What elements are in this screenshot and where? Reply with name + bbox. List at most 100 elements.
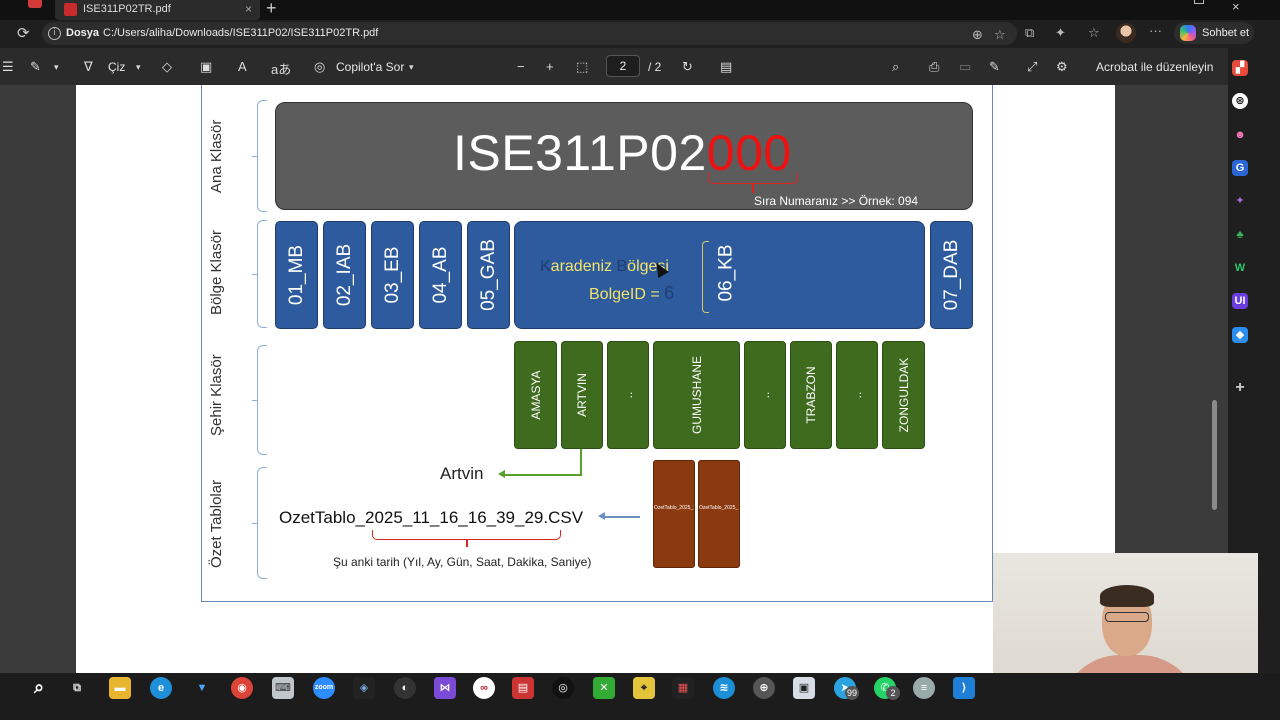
app-icon [28,0,42,8]
drop-app-icon[interactable]: ◆ [1232,327,1248,343]
chatgpt-icon[interactable]: ⊛ [1232,93,1248,109]
url-text[interactable]: C:/Users/aliha/Downloads/ISE311P02/ISE31… [103,27,378,39]
zoom-icon[interactable]: ⊕ [972,27,983,43]
region-brace [252,220,267,328]
tool-app-icon[interactable]: ⌖ [633,677,655,699]
region-folder-label: Bölge Klasör [208,229,225,316]
photos-app-icon[interactable]: ▣ [793,677,815,699]
region-box: 01_MB [275,221,318,329]
city-box: TRABZON [790,341,832,449]
w-app-icon[interactable]: W [1232,260,1248,276]
print-icon[interactable]: ⎙ [929,59,939,75]
ask-copilot-label[interactable]: Copilot'a Sor [336,60,404,74]
timestamp-note: Şu anki tarih (Yıl, Ay, Gün, Saat, Dakik… [333,555,592,569]
page-number-input[interactable]: 2 [606,55,640,77]
city-box: .. [836,341,878,449]
obs-icon[interactable]: ◐ [394,677,416,699]
tab-close-icon[interactable]: × [245,0,252,18]
pdf-toolbar: ☰ ✎ ▾ ∇ Çiz ▾ ◇ ▣ A aあ ◎ Copilot'a Sor ▾… [0,48,1228,85]
github-icon[interactable]: ◎ [552,677,574,699]
vpn-icon[interactable]: ▼ [191,677,213,699]
avatar-app-icon[interactable]: ☻ [1232,127,1248,143]
rotate-icon[interactable]: ↻ [682,59,693,75]
maximize-icon[interactable] [1194,0,1204,4]
copilot-chat-button[interactable]: Sohbet et [1174,22,1254,44]
zoom-app-icon[interactable]: zoom [313,677,335,699]
draw-icon[interactable]: ∇ [84,59,93,75]
zoom-out-button[interactable]: − [517,59,525,74]
menu-icon[interactable]: ☰ [2,59,14,75]
city-name: ARTVIN [575,373,589,417]
info-icon[interactable]: i [48,27,61,40]
draw-label[interactable]: Çiz [108,60,125,74]
arrow-left-icon [598,512,605,520]
scrollbar[interactable] [1212,400,1217,510]
toolkit-icon[interactable]: ✕ [593,677,615,699]
translate-icon[interactable]: aあ [271,59,291,78]
reload-icon[interactable]: ⟳ [17,24,30,42]
save-as-icon[interactable]: ✎ [989,59,1000,75]
copilot-chat-label: Sohbet et [1202,27,1250,39]
app-circle-icon[interactable]: ∞ [473,677,495,699]
city-ellipsis: .. [758,391,772,399]
docker-icon[interactable]: ≋ [713,677,735,699]
add-sidebar-icon[interactable]: + [1232,380,1248,396]
highlight-icon[interactable]: ✎ [30,59,41,75]
search-icon[interactable]: ⌕ [28,676,50,698]
copilot-dropdown-icon[interactable]: ▾ [409,62,414,73]
screenshot-icon[interactable]: ⧉ [1025,25,1034,41]
favorites-icon[interactable]: ☆ [1088,25,1100,41]
keyboard-app-icon[interactable]: ⌨ [272,677,294,699]
region-code-brace [702,241,709,313]
draw-dropdown-icon[interactable]: ▾ [136,62,141,73]
globe-app-icon[interactable]: ⊕ [753,677,775,699]
edge-browser-icon[interactable]: e [150,677,172,699]
vscode-icon[interactable]: ⟩ [953,677,975,699]
region-box: 05_GAB [467,221,510,329]
read-aloud-icon[interactable]: A [238,59,247,74]
translate-app-icon[interactable]: G [1232,160,1248,176]
copilot-icon[interactable]: ◎ [314,59,325,75]
pdf-app-icon[interactable]: ▤ [512,677,534,699]
fit-page-icon[interactable]: ⬚ [576,59,588,75]
karadeniz-region-title: Karadeniz Bölgesi [540,258,669,276]
gemini-icon[interactable]: ✦ [1232,193,1248,209]
chrome-icon[interactable]: ◉ [231,677,253,699]
plant-app-icon[interactable]: ♣ [1232,227,1248,243]
settings-gear-icon[interactable]: ⚙ [1056,59,1068,75]
page-total: / 2 [648,60,662,74]
new-tab-button[interactable]: + [266,0,277,19]
address-bar[interactable]: i Dosya C:/Users/aliha/Downloads/ISE311P… [42,22,1017,45]
city-box: .. [607,341,649,449]
sidebar-toggle-icon[interactable]: ▣ [200,59,212,75]
save-icon[interactable]: ▭ [959,59,971,75]
sidebar-app-icon[interactable]: ▞ [1232,60,1248,76]
city-box: GUMUSHANE [653,341,740,449]
davinci-icon[interactable]: ◈ [353,677,375,699]
highlight-dropdown-icon[interactable]: ▾ [54,62,59,73]
sequence-brace [708,172,798,193]
favorite-star-icon[interactable]: ☆ [994,27,1006,43]
window-close-icon[interactable]: × [1232,0,1240,14]
search-icon[interactable]: ⌕ [892,59,899,75]
task-view-icon[interactable]: ⧉ [66,677,88,699]
ui-app-icon[interactable]: UI [1232,293,1248,309]
fullscreen-icon[interactable]: ⤢ [1027,59,1037,75]
zoom-in-button[interactable]: + [546,59,554,74]
profile-avatar[interactable] [1116,23,1136,43]
database-icon[interactable]: ≡ [913,677,935,699]
extensions-icon[interactable]: ✦ [1055,25,1066,41]
file-explorer-icon[interactable]: ▬ [109,677,131,699]
visual-studio-icon[interactable]: ⋈ [434,677,456,699]
page-view-icon[interactable]: ▤ [720,59,732,75]
acrobat-edit-link[interactable]: Acrobat ile düzenleyin [1096,60,1213,74]
more-menu-icon[interactable]: ··· [1149,23,1162,38]
title-letter: K [540,258,551,275]
summary-file-box: OzetTablo_2025_11_16_16_39_52.CSV [653,460,695,568]
eraser-icon[interactable]: ◇ [162,59,172,75]
browser-tab[interactable]: ISE311P02TR.pdf × [55,0,260,20]
figma-icon[interactable]: ▦ [672,677,694,699]
whatsapp-badge: 2 [886,686,900,700]
region-code: 01_MB [285,244,307,306]
browser-tab-bar: ISE311P02TR.pdf × + × [0,0,1280,20]
